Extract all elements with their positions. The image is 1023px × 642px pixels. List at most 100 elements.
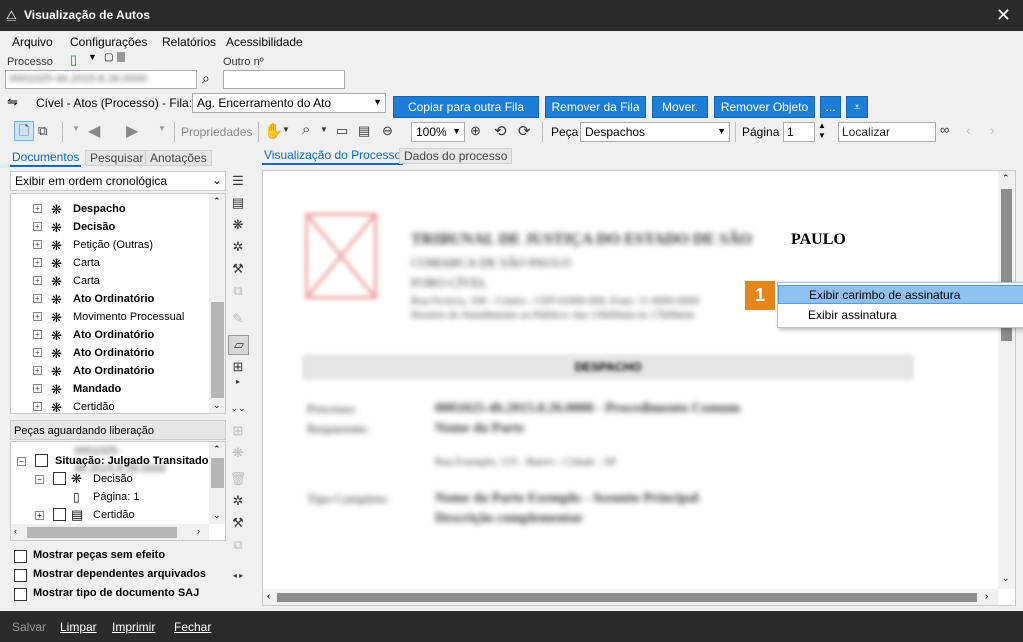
limpar-button[interactable]: Limpar [60, 620, 97, 634]
scroll-up-icon[interactable]: ⌃ [213, 444, 221, 455]
pending-certidao-checkbox[interactable] [53, 508, 66, 521]
scroll-down-icon[interactable]: ⌄ [213, 400, 221, 411]
collapse-down-icon[interactable]: ⌄⌄ [228, 403, 248, 414]
gavel-icon[interactable]: ⚒ [228, 261, 248, 277]
menu-configuracoes[interactable]: Configurações [70, 35, 147, 49]
pending-certidao-row[interactable]: + ▤ Certidão [11, 506, 211, 524]
chevron-down-icon[interactable]: ▼ [282, 125, 290, 134]
fechar-button[interactable]: Fechar [174, 620, 211, 634]
pending-scroll-thumb[interactable] [211, 458, 224, 488]
scroll-down-icon[interactable]: ⌄ [1002, 573, 1010, 584]
scroll-up-icon[interactable]: ⌃ [213, 196, 221, 207]
document-hscrollbar[interactable]: ‹ › [263, 589, 998, 605]
copy-icon[interactable]: ⧉ [228, 283, 248, 299]
stamp-icon[interactable]: ❋ [228, 217, 248, 233]
chevron-down-icon[interactable]: ▼ [320, 125, 328, 134]
expand-icon[interactable]: + [33, 240, 42, 249]
menu-exibir-assinatura[interactable]: Exibir assinatura [778, 306, 1023, 325]
expand-icon[interactable]: + [33, 384, 42, 393]
localizar-input[interactable]: Localizar [838, 122, 936, 142]
tree-scroll-thumb[interactable] [211, 302, 224, 398]
signature-icon[interactable]: ✎ [228, 311, 248, 327]
tab-documentos[interactable]: Documentos [10, 150, 82, 167]
annotation-toggle[interactable]: ▱ [228, 335, 249, 355]
stamp-remove-icon[interactable]: ✲ [228, 239, 248, 255]
expand-both-icon[interactable]: ◂ ▸ [228, 571, 248, 580]
zoom-out-icon[interactable]: ⊖ [382, 123, 393, 139]
tree-item[interactable]: + ❋ Decisão [11, 218, 207, 236]
previous-arrow-icon[interactable]: ◀ [88, 121, 100, 141]
tree-item[interactable]: + ❋ Petição (Outras) [11, 236, 207, 254]
propriedades-button[interactable]: Propriedades [181, 125, 252, 139]
processo-number-field[interactable]: 0001025-46.2015.8.26.0000 [5, 70, 197, 89]
fit-page-icon[interactable]: ▤ [358, 123, 370, 139]
tab-visualizacao-processo[interactable]: Visualização do Processo [262, 148, 404, 165]
pending-decisao-row[interactable]: − ❋ Decisão [11, 470, 211, 488]
tree-item[interactable]: + ❋ Ato Ordinatório [11, 290, 207, 308]
scroll-right-icon[interactable]: › [197, 526, 200, 536]
pending-situacao-checkbox[interactable] [35, 454, 48, 467]
document-vscrollbar[interactable]: ⌃ ⌄ [998, 171, 1015, 589]
rotate-right-icon[interactable]: ⟳ [518, 122, 531, 140]
option-dependentes-checkbox[interactable] [14, 569, 27, 582]
chevron-left-icon[interactable]: ‹ [966, 122, 971, 138]
zoom-tool-icon[interactable]: ⌕ [302, 121, 310, 138]
pending-scrollbar[interactable]: ⌃ ⌄ [209, 442, 225, 524]
tab-pesquisar[interactable]: Pesquisar [85, 150, 149, 166]
scroll-right-icon[interactable]: › [985, 591, 988, 602]
pending-hscrollbar[interactable]: ‹ › [11, 524, 209, 540]
expand-right-icon[interactable]: ▸ [228, 377, 248, 386]
tree-scrollbar[interactable]: ⌃ ⌄ [209, 194, 225, 413]
tree-item[interactable]: + ❋ Despacho [11, 200, 207, 218]
pending-tree[interactable]: 0001025-46.2015.8.26.0000 − Situação: Ju… [10, 441, 226, 541]
mover-button[interactable]: Mover. [652, 96, 708, 118]
expand-icon[interactable]: + [35, 511, 44, 520]
scroll-left-icon[interactable]: ‹ [267, 591, 270, 602]
info-icon[interactable]: ▢ [104, 52, 113, 63]
hand-tool-icon[interactable]: ✋ [264, 122, 283, 140]
tab-anotacoes[interactable]: Anotações [145, 150, 212, 166]
close-icon[interactable]: ✕ [996, 5, 1011, 26]
option-sem-efeito-checkbox[interactable] [14, 550, 27, 563]
binoculars-icon[interactable]: ∞ [940, 122, 949, 137]
expand-icon[interactable]: + [33, 276, 42, 285]
tree-item[interactable]: + ❋ Movimento Processual [11, 308, 207, 326]
tree-item[interactable]: + ❋ Ato Ordinatório [11, 344, 207, 362]
remover-fila-button[interactable]: Remover da Fila [545, 96, 646, 118]
expand-icon[interactable]: + [33, 402, 42, 411]
menu-arquivo[interactable]: Arquivo [12, 35, 53, 49]
list-view-icon[interactable]: ☰ [228, 173, 248, 189]
option-tipo-saj-checkbox[interactable] [14, 588, 27, 601]
salvar-button[interactable]: Salvar [12, 620, 46, 634]
tree-item[interactable]: + ❋ Ato Ordinatório [11, 362, 207, 380]
expand-icon[interactable]: + [33, 294, 42, 303]
tree-item[interactable]: + ❋ Carta [11, 272, 207, 290]
imprimir-button[interactable]: Imprimir [112, 620, 155, 634]
gavel-icon[interactable]: ⚒ [228, 515, 248, 531]
stamp-remove-icon[interactable]: ✲ [228, 493, 248, 509]
expand-icon[interactable]: + [33, 204, 42, 213]
stamp-disabled-icon[interactable]: ❋ [228, 445, 248, 461]
add-page-icon[interactable]: ⊞ [228, 423, 248, 439]
scroll-left-icon[interactable]: ‹ [14, 526, 17, 536]
zoom-in-icon[interactable]: ⊕ [470, 123, 481, 139]
page-stepper-icon[interactable]: ▲ ▼ [818, 121, 826, 141]
pending-situacao-row[interactable]: − Situação: Julgado Transitado [11, 452, 211, 470]
expand-icon[interactable]: + [33, 348, 42, 357]
tree-item[interactable]: + ❋ Mandado [11, 380, 207, 398]
tab-dados-processo[interactable]: Dados do processo [399, 148, 513, 164]
more-button[interactable]: ... [820, 96, 841, 118]
search-icon[interactable]: ⌕ [202, 70, 210, 87]
pending-hscroll-thumb[interactable] [27, 527, 177, 538]
next-arrow-icon[interactable]: ▶ [126, 121, 138, 141]
dropdown-arrow-icon[interactable]: ▼ [72, 124, 80, 133]
chevron-right-icon[interactable]: › [990, 122, 995, 138]
peca-select[interactable]: Despachos ▼ [580, 122, 730, 142]
tree-item[interactable]: + ❋ Carta [11, 254, 207, 272]
chevron-down-icon[interactable]: ▼ [88, 52, 97, 62]
expand-icon[interactable]: + [33, 330, 42, 339]
pagina-input[interactable]: 1 [783, 122, 815, 142]
collapse-icon[interactable]: − [35, 475, 44, 484]
stop-icon[interactable] [117, 52, 125, 62]
menu-acessibilidade[interactable]: Acessibilidade [226, 35, 303, 49]
